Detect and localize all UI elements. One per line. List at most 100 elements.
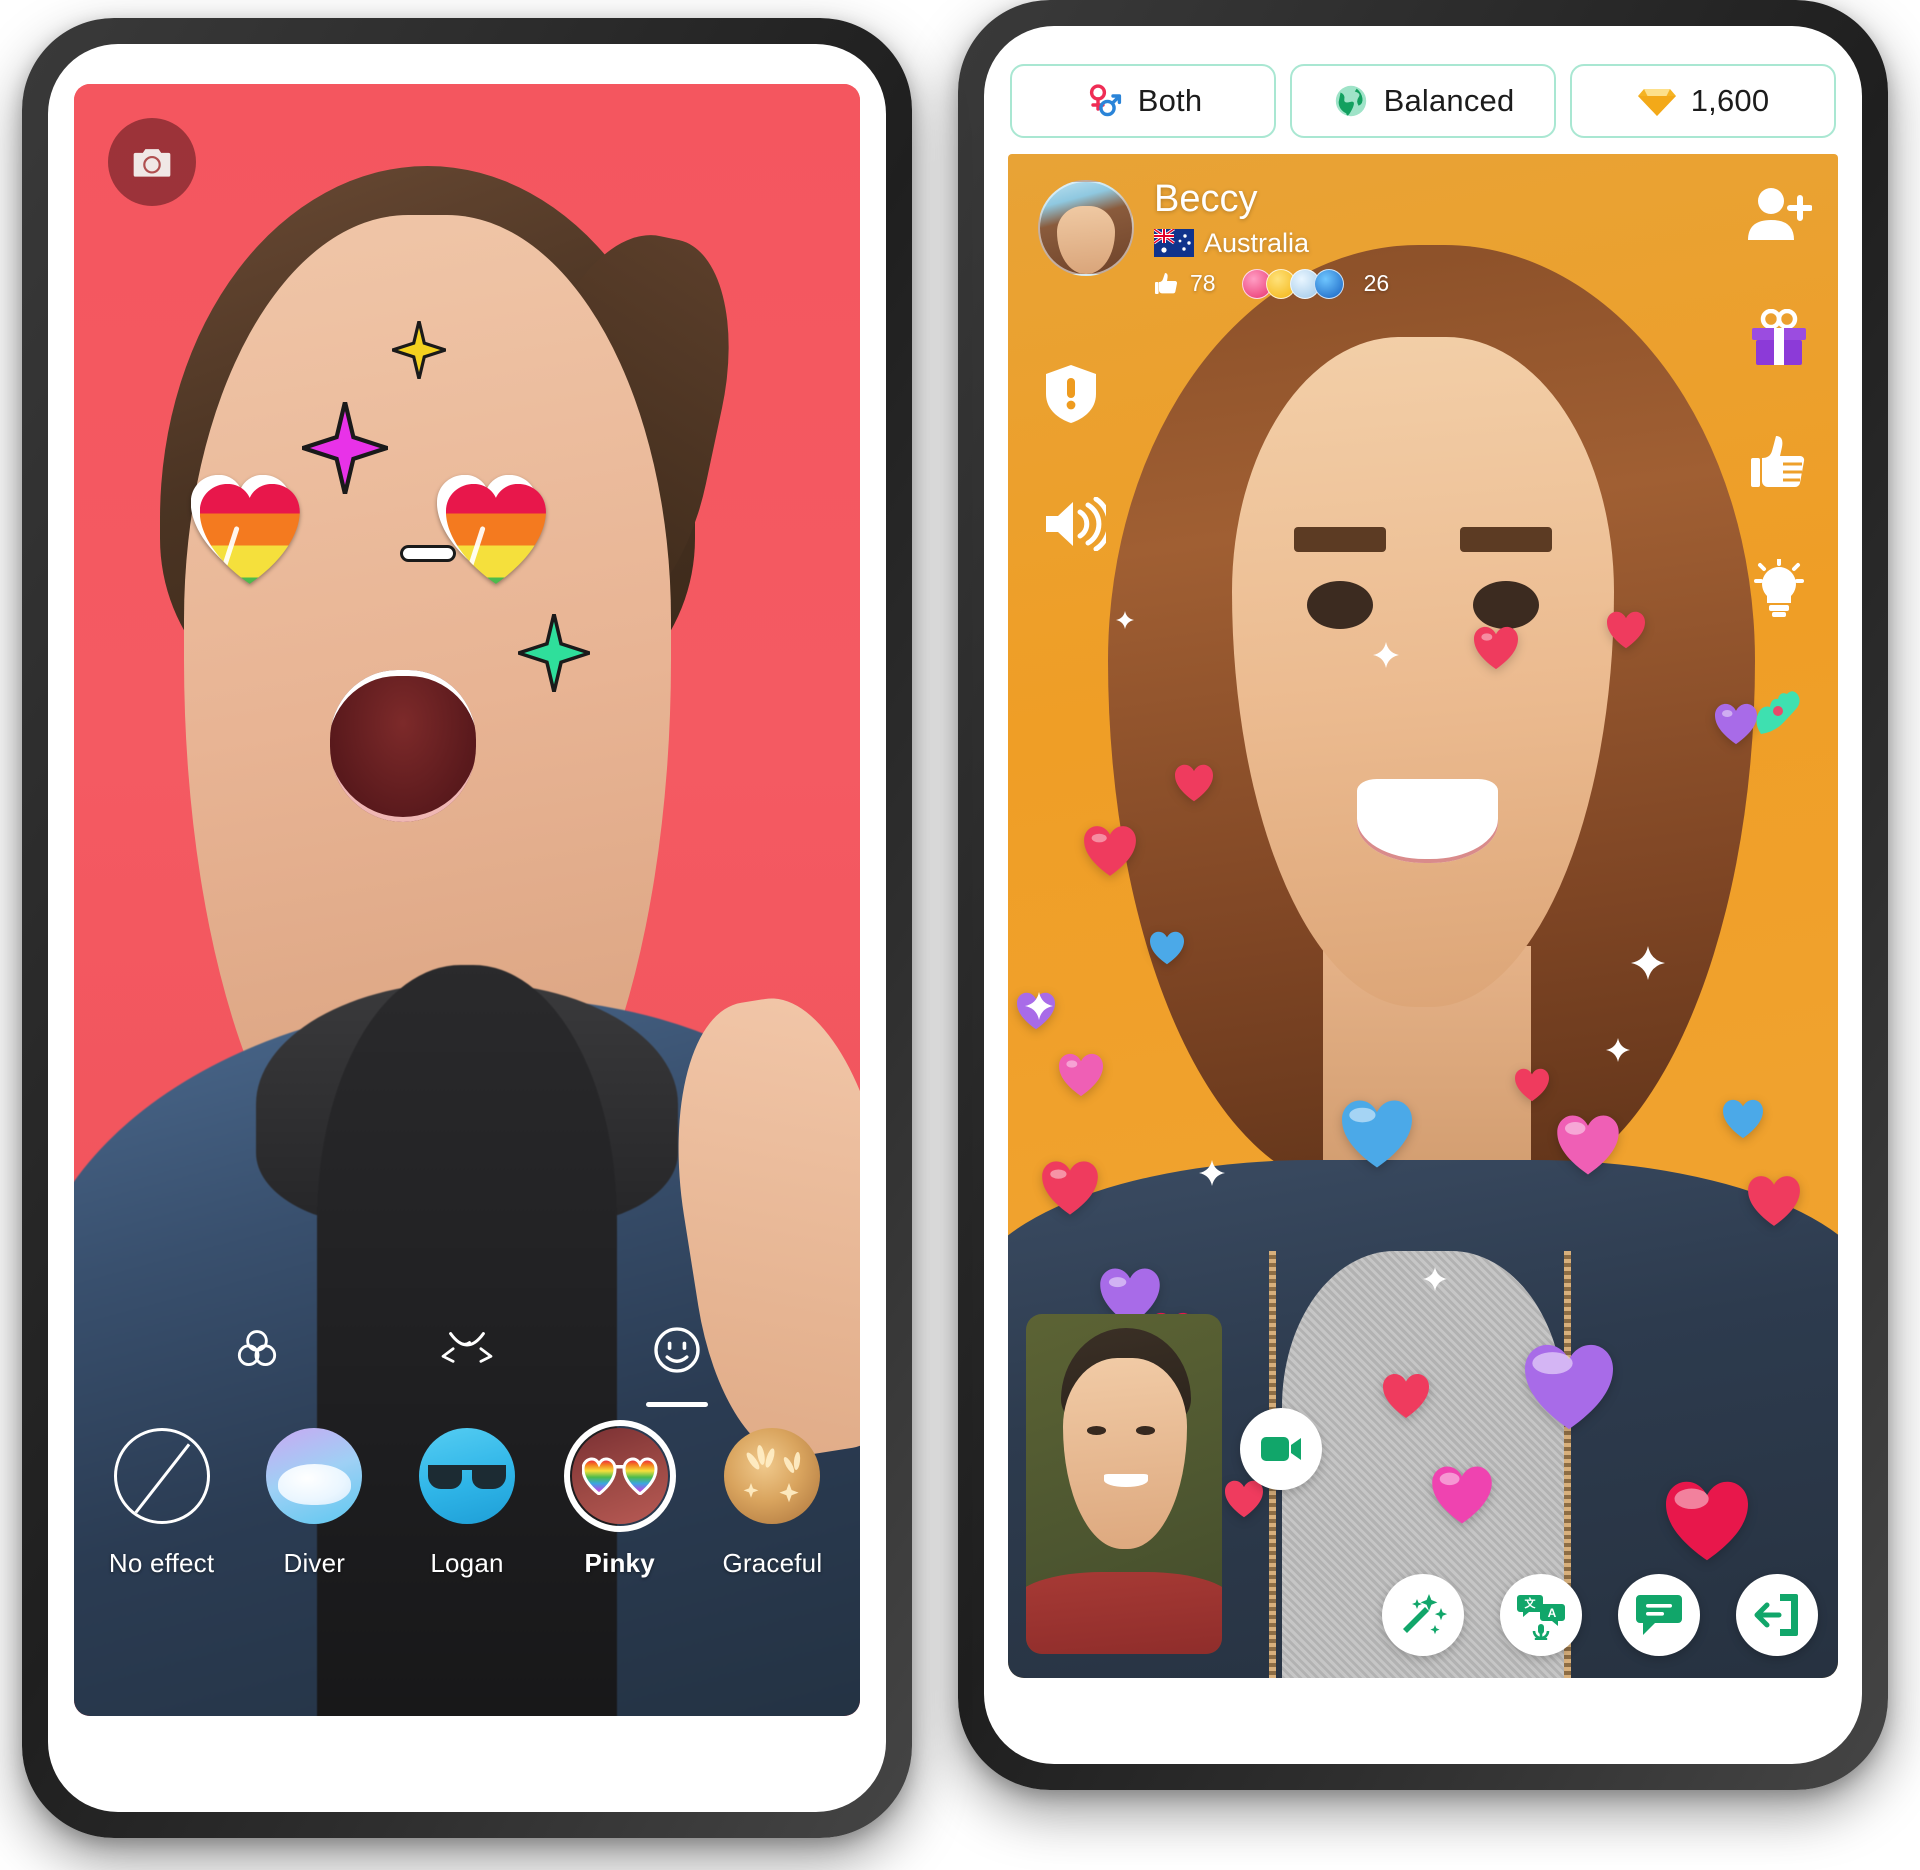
floating-heart [1747,1175,1801,1232]
lightbulb-icon[interactable] [1750,557,1808,624]
svg-text:A: A [1548,1606,1557,1620]
chat-button[interactable] [1618,1574,1700,1656]
filter-item-no-effect[interactable]: No effect [90,1420,233,1579]
gift-icon[interactable] [1748,308,1810,372]
floating-heart [1473,626,1519,675]
camera-filter-screen: No effect Diver Logan Pinky Graceful [74,84,860,1716]
phone-bezel-left: No effect Diver Logan Pinky Graceful [48,44,886,1812]
sparkle-green-icon [518,614,591,693]
australia-flag-icon [1154,229,1194,258]
pill-label: Balanced [1383,83,1515,118]
report-shield-icon[interactable] [1044,364,1106,429]
filter-label: Diver [283,1547,346,1578]
sparkle-star [1423,1266,1447,1296]
gender-filter-pill[interactable]: Both [1010,64,1276,138]
floating-heart [1431,1465,1493,1530]
floating-heart [1340,1099,1414,1174]
remote-user-header[interactable]: Beccy Australia 78 26 [1038,178,1390,299]
floating-heart [1149,931,1185,970]
remote-brow-left [1294,527,1386,552]
floating-heart [1382,1373,1430,1424]
sparkle-yellow-icon [392,320,447,379]
self-face [1063,1358,1187,1549]
filter-thumb-wrap[interactable] [716,1420,828,1532]
hand-wave-icon[interactable] [1749,686,1809,743]
filter-item-logan[interactable]: Logan [395,1420,538,1579]
sparkle-magenta-icon [301,402,388,495]
filter-label: Graceful [722,1547,823,1578]
phone-bezel-right: Both Balanced 1,600 Beccy Australia 78 2… [984,26,1862,1764]
camera-icon [133,149,171,177]
filter-label: No effect [108,1547,215,1578]
diver-thumb[interactable] [266,1427,363,1524]
floating-heart [1606,611,1646,654]
badge-count: 26 [1363,270,1390,297]
rainbow-heart-glasses-mini-icon [581,1457,658,1495]
color-filter-icon[interactable] [226,1319,288,1381]
floating-heart [1514,1068,1550,1107]
screenshot-root: No effect Diver Logan Pinky Graceful Bot… [0,0,1920,1870]
add-friend-icon[interactable] [1746,186,1813,247]
region-filter-pill[interactable]: Balanced [1290,64,1556,138]
floating-heart [1224,1480,1264,1523]
filter-item-pinky[interactable]: Pinky [548,1419,691,1579]
video-chat-topbar: Both Balanced 1,600 [1008,60,1838,154]
self-shirt [1026,1572,1222,1654]
filter-thumb-wrap[interactable] [106,1420,218,1532]
camera-toggle-icon [1261,1437,1301,1461]
filter-thumb-wrap[interactable] [411,1420,523,1532]
smiley-sticker-icon[interactable] [645,1319,708,1408]
logan-thumb[interactable] [419,1427,515,1524]
camera-flip-button[interactable] [108,118,196,206]
camera-toolbar [74,1319,860,1408]
floating-heart [1041,1160,1099,1221]
sparkle-star [1605,1037,1630,1067]
filter-item-graceful[interactable]: Graceful [701,1420,844,1579]
translate-button[interactable]: 文 A [1500,1574,1582,1656]
remote-user-name: Beccy [1154,178,1258,220]
subject-collar [255,981,679,1227]
graceful-thumb[interactable] [724,1427,821,1524]
filter-thumb-wrap-selected[interactable] [563,1419,676,1532]
remote-user-country: Australia [1204,227,1310,258]
translate-icon: 文 A [1517,1595,1565,1640]
floating-heart [1058,1053,1104,1102]
lens-rainbow-left [200,484,410,712]
like-count: 78 [1190,270,1216,297]
pinky-thumb[interactable] [571,1427,668,1524]
remote-smile [1356,778,1498,863]
filter-label-active: Pinky [584,1547,655,1578]
remote-video-feed[interactable]: Beccy Australia 78 26 文 A [1008,154,1838,1678]
leave-chat-button[interactable] [1736,1574,1818,1656]
filter-item-diver[interactable]: Diver [243,1420,386,1579]
svg-text:文: 文 [1525,1596,1537,1610]
floating-heart [1523,1343,1615,1436]
sunglasses-icon [428,1464,506,1489]
sparkle-star [1024,992,1053,1025]
speaker-volume-icon[interactable] [1044,496,1112,556]
heart-lens-left [200,484,410,712]
gem-icon [1637,89,1676,116]
exit-door-icon [1754,1594,1798,1636]
filter-carousel[interactable]: No effect Diver Logan Pinky Graceful [74,1406,860,1716]
video-chat-screen: Both Balanced 1,600 Beccy Australia 78 2… [1008,60,1838,1678]
sparkle-star [1115,611,1134,634]
sunglasses-bridge [402,547,453,559]
beauty-face-icon[interactable] [436,1319,498,1381]
pill-label: 1,600 [1690,83,1770,118]
avatar[interactable] [1038,180,1134,276]
camera-toggle-button[interactable] [1240,1408,1322,1490]
floating-heart [1722,1099,1764,1144]
filter-label: Logan [430,1547,504,1578]
self-view[interactable] [1026,1314,1222,1654]
remote-user-meta: Beccy Australia 78 26 [1154,178,1390,299]
filter-thumb-wrap[interactable] [258,1420,370,1532]
globe-icon [1335,85,1366,117]
lens-glint-right [461,526,486,588]
floating-heart [1664,1480,1750,1567]
thumbs-up-icon[interactable] [1750,434,1808,497]
magic-wand-button[interactable] [1382,1574,1464,1656]
gems-balance-pill[interactable]: 1,600 [1570,64,1836,138]
badge-group [1234,268,1344,299]
no-effect-thumb[interactable] [113,1427,210,1524]
